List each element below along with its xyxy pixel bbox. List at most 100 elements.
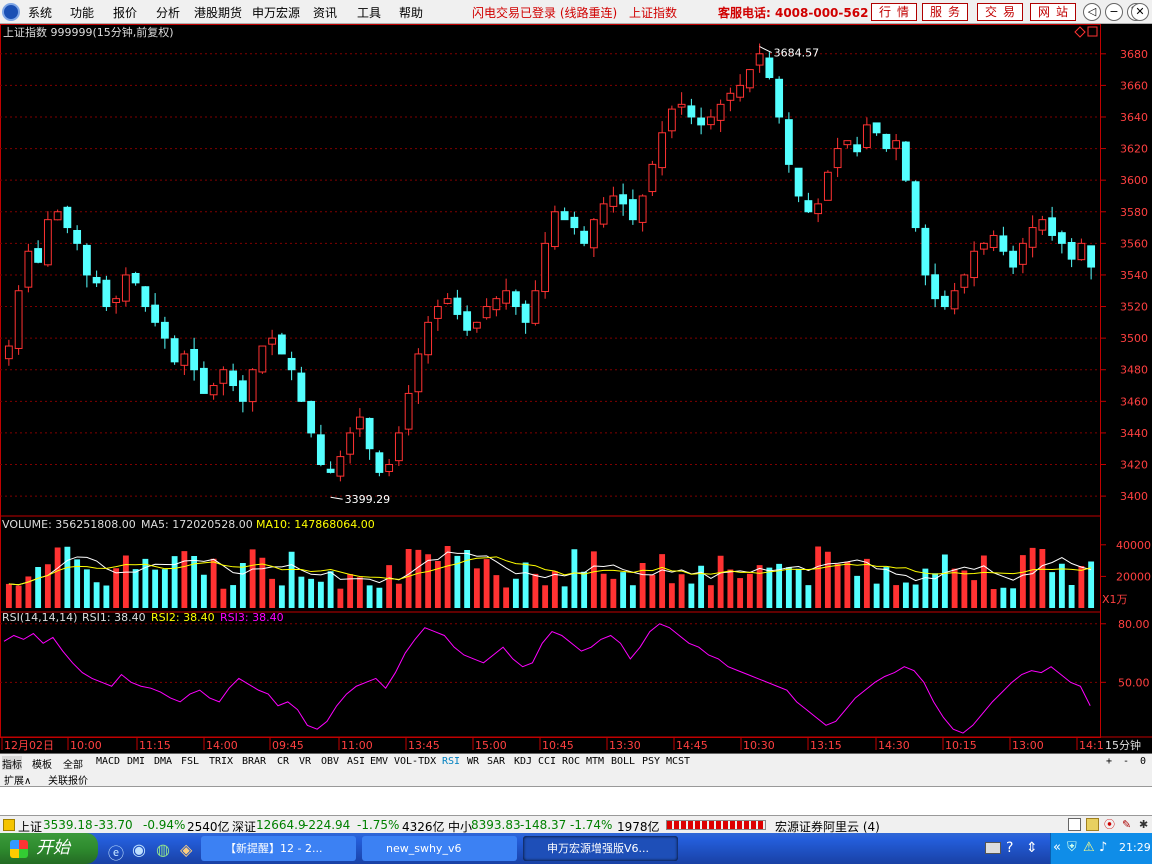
indicator-tab-bar: 指标 模板 全部 MACD DMI DMA FSL TRIX BRAR CR VR OBV ASI EMV… <box>0 753 1152 771</box>
tab-control-1[interactable]: - <box>1123 756 1129 767</box>
back-icon[interactable]: ◁ <box>1083 3 1101 21</box>
candle-body <box>463 311 472 331</box>
candle-body <box>658 132 667 169</box>
media-icon[interactable]: ◈ <box>180 840 192 859</box>
minimize-icon[interactable]: − <box>1105 3 1123 21</box>
candle-body <box>453 297 462 315</box>
indicator-tab-指标[interactable]: 指标 <box>2 756 22 771</box>
lock-icon[interactable] <box>3 819 15 831</box>
message-icon[interactable] <box>1086 818 1099 831</box>
rsi3-label: RSI3: 38.40 <box>220 611 284 624</box>
window-icon[interactable] <box>1068 818 1081 831</box>
candle-body <box>34 248 43 263</box>
candle-body <box>589 219 598 249</box>
indicator-tab-boll[interactable]: BOLL <box>611 756 635 767</box>
menu-analysis[interactable]: 分析 <box>156 4 180 21</box>
time-label: 13:15 <box>810 739 842 752</box>
tray-volume-icon[interactable]: ♪ <box>1099 840 1107 855</box>
system-tray: « ⛨ ⚠ ♪ 21:29 <box>1050 833 1152 864</box>
indicator-tab-mtm[interactable]: MTM <box>586 756 604 767</box>
candle-body <box>199 367 208 394</box>
tab-control-2[interactable]: 0 <box>1140 756 1146 767</box>
website-button[interactable]: 网站 <box>1030 3 1076 21</box>
menu-hk-futures[interactable]: 港股期货 <box>194 4 242 21</box>
candle-body <box>511 291 520 308</box>
menu-help[interactable]: 帮助 <box>399 4 423 21</box>
candle-body <box>346 432 355 455</box>
tray-shield-icon[interactable]: ⛨ <box>1067 840 1077 855</box>
task-swhy[interactable]: 申万宏源增强版V6... <box>523 836 678 861</box>
service-button[interactable]: 服务 <box>922 3 968 21</box>
indicator-tab-dmi[interactable]: DMI <box>127 756 145 767</box>
indicator-tab-vr[interactable]: VR <box>299 756 311 767</box>
time-label: 14:45 <box>676 739 708 752</box>
task-swhy-label: 申万宏源增强版V6... <box>547 842 650 855</box>
indicator-tab-psy[interactable]: PSY <box>642 756 660 767</box>
close-icon[interactable]: ✕ <box>1131 3 1149 21</box>
indicator-tab-brar[interactable]: BRAR <box>242 756 266 767</box>
windows-logo-icon <box>10 840 28 858</box>
price-tick-label: 3600 <box>1120 174 1148 187</box>
zx-value: 8393.83 <box>471 818 521 832</box>
settings-icon[interactable]: ✱ <box>1139 818 1151 831</box>
indicator-tab-cci[interactable]: CCI <box>538 756 556 767</box>
tray-arrow-icon[interactable]: « <box>1053 840 1061 855</box>
browser-icon[interactable]: ◉ <box>132 840 146 859</box>
candle-body <box>1018 242 1027 265</box>
candle-body <box>404 392 413 430</box>
menu-tools[interactable]: 工具 <box>357 4 381 21</box>
app-logo-icon[interactable] <box>2 3 20 21</box>
indicator-tab-全部[interactable]: 全部 <box>63 756 83 771</box>
indicator-tab-fsl[interactable]: FSL <box>181 756 199 767</box>
menu-quote[interactable]: 报价 <box>113 4 137 21</box>
candle-body <box>365 417 374 450</box>
tab-control-0[interactable]: + <box>1106 756 1112 767</box>
indicator-tab-rsi[interactable]: RSI <box>442 756 460 767</box>
candle-body <box>92 276 101 284</box>
task-folder[interactable]: new_swhy_v6 <box>362 836 517 861</box>
help-icon[interactable]: ? <box>1006 840 1013 856</box>
indicator-tab-obv[interactable]: OBV <box>321 756 339 767</box>
trade-button[interactable]: 交易 <box>977 3 1023 21</box>
menu-swhy[interactable]: 申万宏源 <box>252 4 300 21</box>
candle-body <box>599 203 608 225</box>
indicator-tab-kdj[interactable]: KDJ <box>514 756 532 767</box>
task-browser[interactable]: 【新提醒】12 - 2... <box>201 836 356 861</box>
indicator-tab-vol-tdx[interactable]: VOL-TDX <box>394 756 436 767</box>
expand-tab[interactable]: 扩展∧ <box>4 772 31 787</box>
chrome-icon[interactable]: ◍ <box>156 840 170 859</box>
indicator-tab-mcst[interactable]: MCST <box>666 756 690 767</box>
candle-body <box>697 117 706 126</box>
kline-chart[interactable]: 3680 3660 3640 3620 3600 3580 3560 3540 3520 3500… <box>0 24 1152 758</box>
indicator-tab-sar[interactable]: SAR <box>487 756 505 767</box>
chart-area[interactable]: 3680 3660 3640 3620 3600 3580 3560 3540 3520 3500… <box>0 24 1152 758</box>
panel-icon <box>1087 26 1098 37</box>
candle-body <box>482 306 491 319</box>
rsi-tick-label: 50.00 <box>1118 676 1150 689</box>
indicator-tab-trix[interactable]: TRIX <box>209 756 233 767</box>
market-button[interactable]: 行情 <box>871 3 917 21</box>
candle-body <box>862 124 871 148</box>
sh-change: -33.70 <box>94 818 133 832</box>
indicator-tab-dma[interactable]: DMA <box>154 756 172 767</box>
indicator-tab-cr[interactable]: CR <box>277 756 289 767</box>
menu-news[interactable]: 资讯 <box>313 4 337 21</box>
candle-body <box>677 103 686 108</box>
menu-function[interactable]: 功能 <box>70 4 94 21</box>
keyboard-icon[interactable] <box>985 842 1001 854</box>
signal-icon[interactable]: ⦿ <box>1104 818 1117 831</box>
related-quote-tab[interactable]: 关联报价 <box>48 772 88 787</box>
tray-alert-icon[interactable]: ⚠ <box>1083 840 1095 855</box>
indicator-tab-macd[interactable]: MACD <box>96 756 120 767</box>
tool-icon[interactable]: ✎ <box>1122 818 1135 831</box>
expand-icon[interactable]: ⇕ <box>1026 840 1038 856</box>
indicator-tab-emv[interactable]: EMV <box>370 756 388 767</box>
ie-icon[interactable]: ⓔ <box>108 840 124 864</box>
indicator-tab-asi[interactable]: ASI <box>347 756 365 767</box>
indicator-tab-roc[interactable]: ROC <box>562 756 580 767</box>
menu-system[interactable]: 系统 <box>28 4 52 21</box>
rsi1-label: RSI1: 38.40 <box>82 611 146 624</box>
indicator-tab-模板[interactable]: 模板 <box>32 756 52 771</box>
indicator-tab-wr[interactable]: WR <box>467 756 479 767</box>
candle-body <box>804 200 813 213</box>
